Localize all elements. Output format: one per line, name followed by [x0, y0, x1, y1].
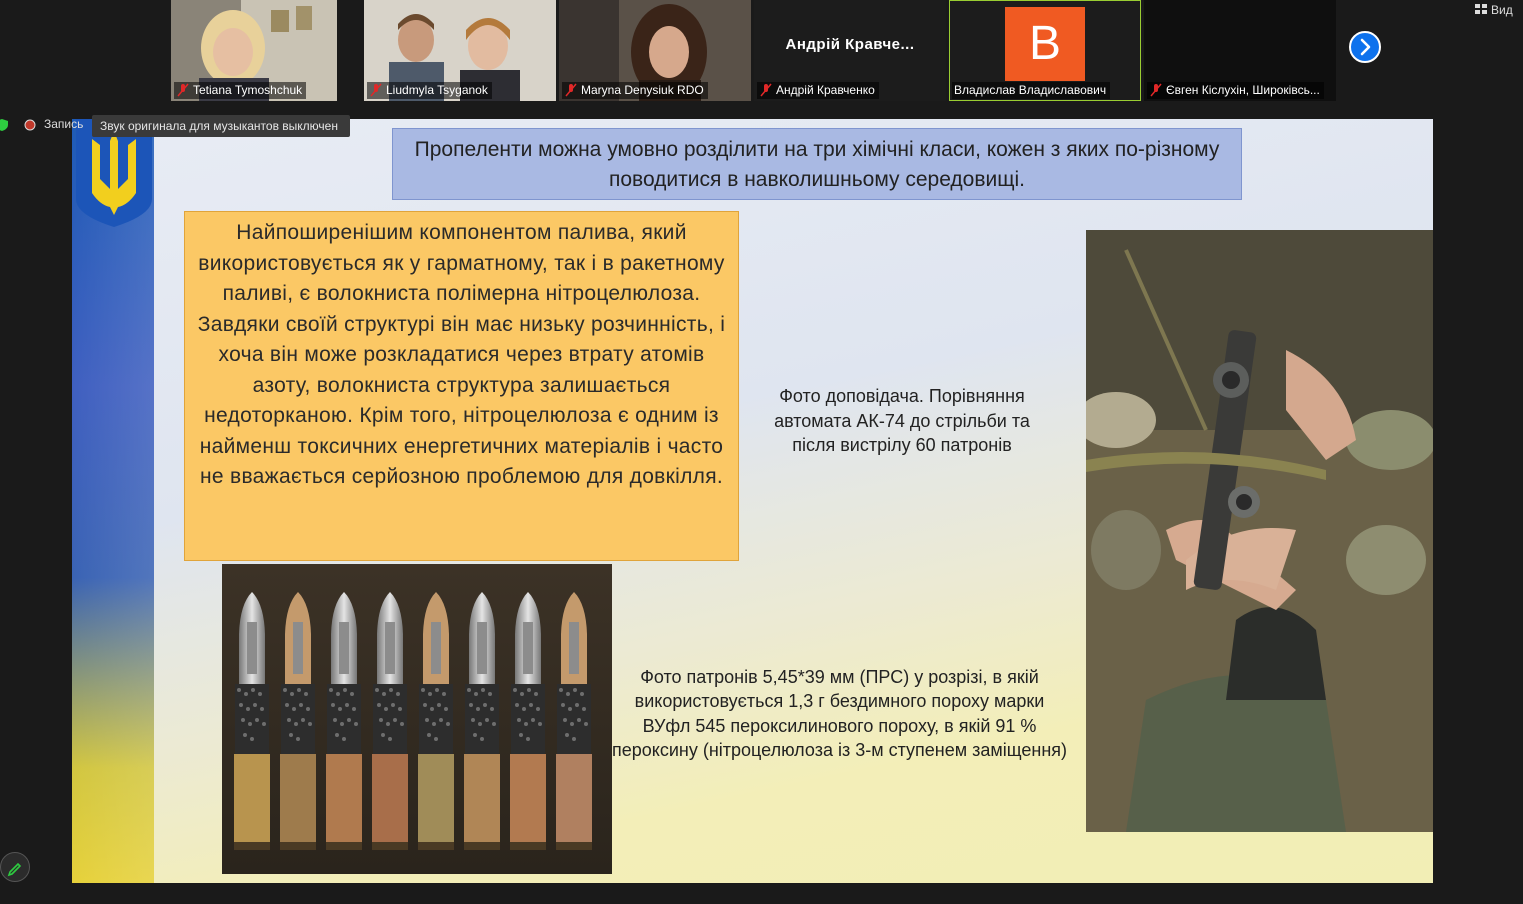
slide-title: Пропеленти можна умовно розділити на три…: [392, 128, 1242, 200]
ammo-cutaway-photo: [222, 564, 612, 874]
ammo-photo-caption: Фото патронів 5,45*39 мм (ПРС) у розрізі…: [612, 667, 1068, 760]
participant-tile-active-speaker[interactable]: B Владислав Владиславович: [949, 0, 1141, 101]
view-menu-button[interactable]: Вид: [1475, 3, 1513, 17]
participant-tile[interactable]: Андрій Кравче... Андрій Кравченко: [754, 0, 946, 101]
rifle-comparison-photo: [1086, 230, 1433, 832]
grid-view-icon: [1475, 4, 1487, 14]
recording-label: Запись: [44, 117, 84, 131]
cartridge: [234, 592, 270, 850]
participant-display-name: Андрій Кравче...: [785, 36, 915, 53]
mic-muted-icon: [1150, 83, 1162, 97]
mic-muted-icon: [565, 83, 577, 97]
participant-name: Tetiana Tymoshchuk: [174, 82, 307, 99]
cartridge: [326, 592, 362, 850]
participant-name: Владислав Владиславович: [952, 82, 1111, 99]
next-page-button[interactable]: [1349, 31, 1381, 63]
participant-tile[interactable]: Євген Кіслухін, Широківсь...: [1144, 0, 1336, 101]
slide-body-text: Найпоширенішим компонентом палива, який …: [184, 211, 739, 561]
participant-tile[interactable]: Liudmyla Tsyganok: [364, 0, 556, 101]
rifle-photo-caption: Фото доповідача. Порівняння автомата АК-…: [774, 386, 1030, 455]
cartridge: [510, 592, 546, 850]
shield-check-icon: [0, 119, 8, 131]
shared-screen-slide: Пропеленти можна умовно розділити на три…: [72, 119, 1433, 883]
notification-toast: Звук оригинала для музыкантов выключен: [92, 115, 350, 137]
chevron-right-icon: [1360, 38, 1371, 56]
participant-tile[interactable]: Tetiana Tymoshchuk: [171, 0, 337, 101]
mic-muted-icon: [760, 83, 772, 97]
cartridge: [280, 592, 316, 850]
mic-muted-icon: [370, 83, 382, 97]
cartridge: [418, 592, 454, 850]
record-dot-icon: [24, 119, 36, 131]
rifle-photo-illustration: [1086, 230, 1433, 832]
cartridge-illustration: [222, 564, 612, 874]
mic-muted-icon: [177, 83, 189, 97]
annotate-button[interactable]: [0, 852, 30, 882]
participant-strip: Tetiana Tymoshchuk Liudmyla Tsyganok Mar…: [0, 0, 1523, 104]
participant-name: Liudmyla Tsyganok: [367, 82, 492, 99]
participant-name: Андрій Кравченко: [757, 82, 879, 99]
pencil-icon: [7, 862, 22, 877]
participant-tile[interactable]: Maryna Denysiuk RDO: [559, 0, 751, 101]
participant-name: Євген Кіслухін, Широківсь...: [1147, 82, 1324, 99]
cartridge: [556, 592, 592, 850]
avatar: B: [1005, 7, 1085, 81]
cartridge: [464, 592, 500, 850]
cartridge: [372, 592, 408, 850]
participant-name: Maryna Denysiuk RDO: [562, 82, 708, 99]
